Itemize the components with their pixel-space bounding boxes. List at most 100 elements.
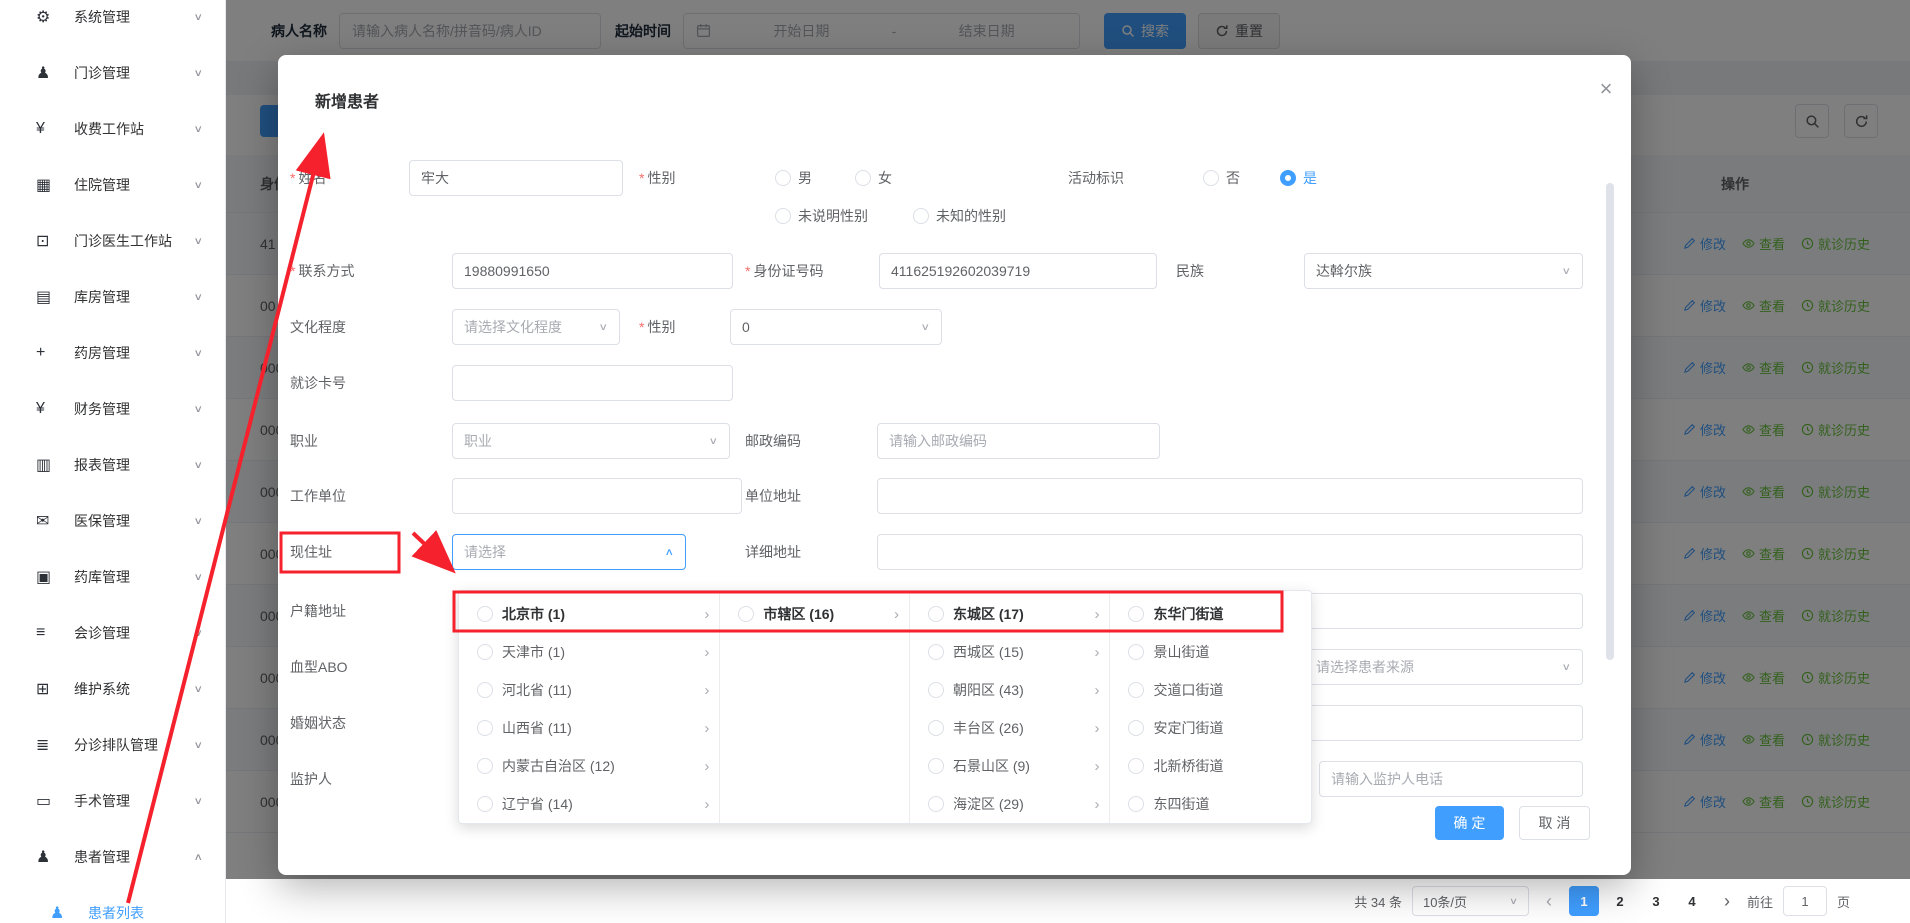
sidebar-item-patient-list[interactable]: ♟ 患者列表 [0, 885, 225, 923]
cascader-option[interactable]: 内蒙古自治区 (12) › [459, 747, 719, 785]
next-page-button[interactable]: › [1717, 891, 1737, 912]
cascader-option[interactable]: 东城区 (17) › [910, 595, 1110, 633]
visit-card-input[interactable] [452, 365, 733, 401]
contact-label: *联系方式 [290, 261, 354, 281]
chevron-right-icon: › [1094, 682, 1099, 699]
cascader-option[interactable]: 山西省 (11) › [459, 709, 719, 747]
cascader-option[interactable]: 景山街道 [1110, 633, 1311, 671]
id-number-label: *身份证号码 [745, 261, 823, 281]
pharmacy-icon: + [36, 344, 62, 362]
sidebar-item[interactable]: ▦ 住院管理 ∨ [0, 157, 225, 213]
name-input[interactable] [409, 160, 623, 196]
page-number-button[interactable]: 1 [1569, 886, 1599, 916]
cascader-option[interactable]: 朝阳区 (43) › [910, 671, 1110, 709]
radio-icon [1128, 720, 1144, 736]
cascader-option[interactable]: 北京市 (1) › [459, 595, 719, 633]
cancel-button[interactable]: 取 消 [1519, 806, 1590, 840]
cascader-option[interactable]: 交道口街道 [1110, 671, 1311, 709]
cascader-option[interactable]: 辽宁省 (14) › [459, 785, 719, 823]
sidebar-item[interactable]: ▣ 药库管理 ∨ [0, 549, 225, 605]
sidebar-item[interactable]: + 药房管理 ∨ [0, 325, 225, 381]
gender-radio-unspecified[interactable]: 未说明性别 [775, 206, 868, 226]
goto-suffix: 页 [1837, 892, 1850, 911]
close-icon[interactable]: × [1590, 73, 1622, 105]
chevron-right-icon: › [704, 682, 709, 699]
education-select[interactable]: 请选择文化程度∨ [452, 309, 620, 345]
sidebar-item[interactable]: ✉ 医保管理 ∨ [0, 493, 225, 549]
goto-page-input[interactable] [1783, 886, 1827, 916]
cascader-option[interactable]: 河北省 (11) › [459, 671, 719, 709]
sidebar-item-label: 患者管理 [74, 847, 130, 867]
cascader-option[interactable]: 天津市 (1) › [459, 633, 719, 671]
work-unit-input[interactable] [452, 478, 742, 514]
chevron-down-icon: ∨ [1509, 896, 1518, 907]
guardian-phone-input[interactable] [1319, 761, 1583, 797]
sidebar-item[interactable]: ♟ 门诊管理 ∨ [0, 45, 225, 101]
current-address-select[interactable]: 请选择∧ [452, 534, 686, 570]
cascader-option[interactable]: 西城区 (15) › [910, 633, 1110, 671]
unit-address-input[interactable] [877, 478, 1583, 514]
patient-source-select[interactable]: 请选择患者来源∨ [1304, 649, 1583, 685]
page-number-button[interactable]: 2 [1605, 886, 1635, 916]
cascader-option[interactable]: 石景山区 (9) › [910, 747, 1110, 785]
occupation-select[interactable]: 职业∨ [452, 423, 730, 459]
sidebar-item[interactable]: ▥ 报表管理 ∨ [0, 437, 225, 493]
blood-type-label: 血型ABO [290, 657, 348, 677]
chevron-down-icon: ∨ [193, 459, 203, 471]
chevron-down-icon: ∨ [193, 11, 203, 23]
page-size-select[interactable]: 10条/页 ∨ [1412, 886, 1529, 916]
radio-icon [928, 606, 944, 622]
page-number-button[interactable]: 4 [1677, 886, 1707, 916]
id-number-input[interactable] [879, 253, 1157, 289]
chevron-down-icon: ∨ [193, 179, 203, 191]
radio-icon [477, 796, 493, 812]
active-flag-radio-no[interactable]: 否 [1203, 168, 1240, 188]
sidebar-item[interactable]: ▭ 手术管理 ∨ [0, 773, 225, 829]
postal-code-input[interactable] [877, 423, 1160, 459]
address-cascader-panel: 北京市 (1) › 天津市 (1) › 河北省 (11) › [458, 590, 1312, 824]
chevron-down-icon: ∨ [193, 67, 203, 79]
sidebar-item[interactable]: ⚙ 系统管理 ∨ [0, 0, 225, 45]
cascader-option[interactable]: 东四街道 [1110, 785, 1311, 823]
cascader-option[interactable]: 丰台区 (26) › [910, 709, 1110, 747]
contact-input[interactable] [452, 253, 733, 289]
cascader-option[interactable]: 安定门街道 [1110, 709, 1311, 747]
confirm-button[interactable]: 确 定 [1435, 806, 1504, 840]
guardian-label: 监护人 [290, 769, 332, 789]
gender-radio-female[interactable]: 女 [855, 168, 892, 188]
chevron-right-icon: › [704, 720, 709, 737]
prev-page-button[interactable]: ‹ [1539, 891, 1559, 912]
sidebar-item[interactable]: ⊡ 门诊医生工作站 ∨ [0, 213, 225, 269]
cascader-option[interactable]: 海淀区 (29) › [910, 785, 1110, 823]
sidebar-item[interactable]: ▤ 库房管理 ∨ [0, 269, 225, 325]
radio-icon [738, 606, 754, 622]
ethnicity-label: 民族 [1176, 261, 1204, 281]
gender-radio-unknown[interactable]: 未知的性别 [913, 206, 1006, 226]
sidebar-item[interactable]: ⊞ 维护系统 ∨ [0, 661, 225, 717]
chevron-right-icon: › [704, 758, 709, 775]
cascader-city-column: 市辖区 (16) › [720, 591, 910, 823]
active-flag-radio-yes[interactable]: 是 [1280, 168, 1317, 188]
radio-checked-icon [1280, 170, 1296, 186]
sidebar-item[interactable]: ≣ 分诊排队管理 ∨ [0, 717, 225, 773]
sidebar-item[interactable]: ¥ 财务管理 ∨ [0, 381, 225, 437]
sidebar-item[interactable]: ≡ 会诊管理 ∨ [0, 605, 225, 661]
sidebar-item[interactable]: ¥ 收费工作站 ∨ [0, 101, 225, 157]
gender-code-select[interactable]: 0∨ [730, 309, 942, 345]
cascader-option[interactable]: 市辖区 (16) › [720, 595, 909, 633]
radio-icon [1128, 606, 1144, 622]
report-icon: ▥ [36, 455, 62, 475]
dialog-scrollbar[interactable] [1606, 183, 1614, 660]
sidebar-item[interactable]: ♟ 患者管理 ∧ [0, 829, 225, 885]
marital-status-label: 婚姻状态 [290, 713, 346, 733]
page-number-list: 1 2 3 4 [1569, 886, 1707, 916]
detail-address-label: 详细地址 [745, 542, 801, 562]
gender-radio-male[interactable]: 男 [775, 168, 812, 188]
ethnicity-select[interactable]: 达斡尔族∨ [1304, 253, 1583, 289]
cascader-option[interactable]: 东华门街道 [1110, 595, 1311, 633]
page-number-button[interactable]: 3 [1641, 886, 1671, 916]
add-patient-dialog: 新增患者 × *姓名 *性别 男 女 未说明性别 未知的性别 活动标识 否 是 … [278, 55, 1631, 875]
patient-icon: ♟ [36, 847, 62, 867]
cascader-option[interactable]: 北新桥街道 [1110, 747, 1311, 785]
detail-address-input[interactable] [877, 534, 1583, 570]
